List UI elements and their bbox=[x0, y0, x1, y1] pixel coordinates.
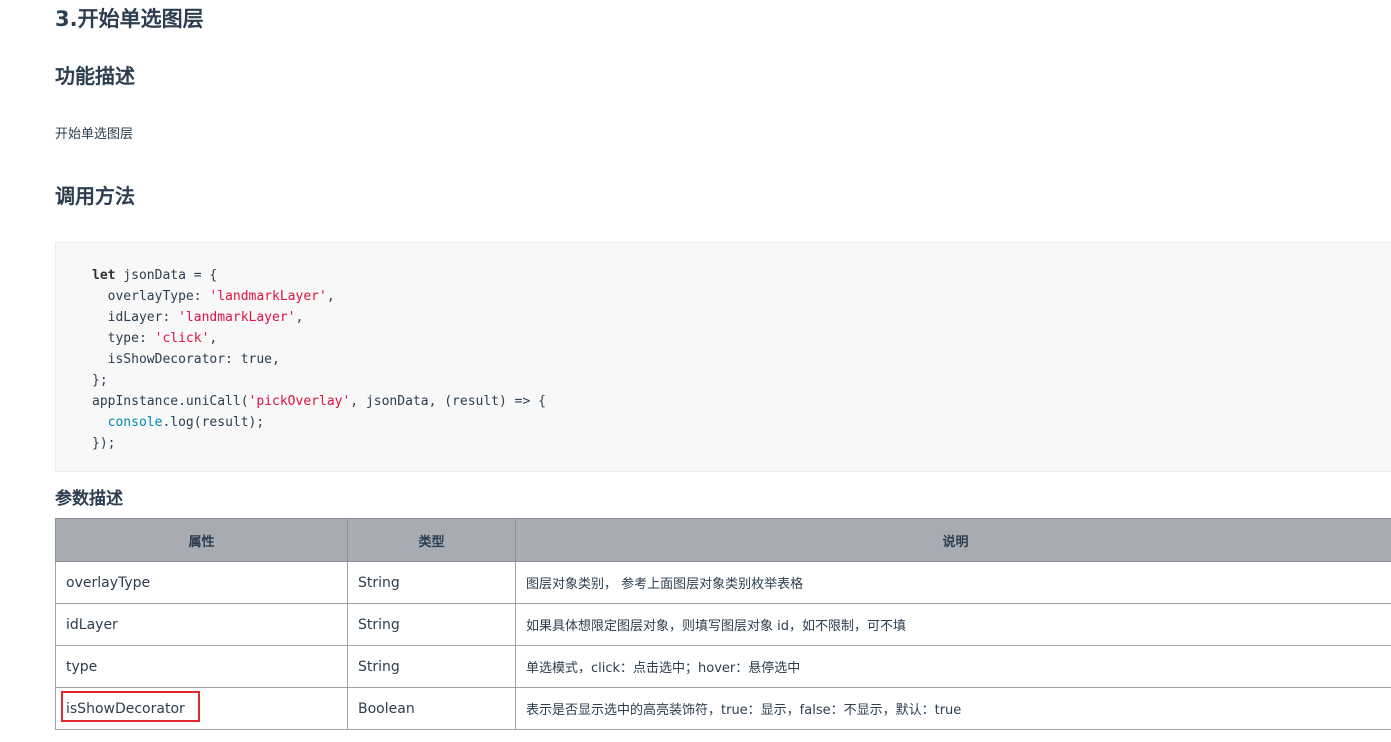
table-row: idLayer String 如果具体想限定图层对象，则填写图层对象 id，如不… bbox=[55, 603, 1391, 646]
code-content: let jsonData = { overlayType: 'landmarkL… bbox=[56, 243, 1391, 454]
column-header-property: 属性 bbox=[55, 518, 348, 562]
cell-property: idLayer bbox=[55, 603, 348, 646]
code-text: isShowDecorator: true, bbox=[92, 352, 280, 367]
cell-type: String bbox=[347, 603, 516, 646]
code-text: , jsonData, (result) => { bbox=[350, 394, 546, 409]
code-text: idLayer: bbox=[92, 310, 179, 325]
table-row: type String 单选模式，click：点击选中；hover：悬停选中 bbox=[55, 645, 1391, 688]
code-keyword: let bbox=[92, 268, 116, 283]
cell-type: String bbox=[347, 645, 516, 688]
cell-description: 如果具体想限定图层对象，则填写图层对象 id，如不限制，可不填 bbox=[515, 603, 1391, 646]
params-table: 属性 类型 说明 overlayType String 图层对象类别， 参考上面… bbox=[55, 518, 1391, 730]
function-desc-heading: 功能描述 bbox=[55, 64, 135, 88]
column-header-description: 说明 bbox=[515, 518, 1391, 562]
code-block: let jsonData = { overlayType: 'landmarkL… bbox=[55, 242, 1391, 472]
table-row: overlayType String 图层对象类别， 参考上面图层对象类别枚举表… bbox=[55, 561, 1391, 604]
doc-page: 3.开始单选图层 功能描述 开始单选图层 调用方法 let jsonData =… bbox=[0, 0, 1391, 742]
table-header-row: 属性 类型 说明 bbox=[55, 518, 1391, 562]
cell-type: Boolean bbox=[347, 687, 516, 730]
call-method-heading: 调用方法 bbox=[55, 184, 135, 208]
params-desc-heading: 参数描述 bbox=[55, 489, 123, 509]
code-text: , bbox=[295, 310, 304, 325]
cell-type: String bbox=[347, 561, 516, 604]
table-row: isShowDecorator Boolean 表示是否显示选中的高亮装饰符，t… bbox=[55, 687, 1391, 730]
code-string: 'pickOverlay' bbox=[248, 394, 351, 409]
code-text: .log(result); bbox=[162, 415, 265, 430]
code-string: 'landmarkLayer' bbox=[209, 289, 327, 304]
code-text: , bbox=[326, 289, 335, 304]
cell-description: 图层对象类别， 参考上面图层对象类别枚举表格 bbox=[515, 561, 1391, 604]
cell-description: 表示是否显示选中的高亮装饰符，true：显示，false：不显示，默认：true bbox=[515, 687, 1391, 730]
cell-property: isShowDecorator bbox=[55, 687, 348, 730]
code-string: 'landmarkLayer' bbox=[178, 310, 296, 325]
code-text: appInstance.uniCall( bbox=[92, 394, 249, 409]
code-text: }); bbox=[92, 436, 116, 451]
cell-description: 单选模式，click：点击选中；hover：悬停选中 bbox=[515, 645, 1391, 688]
code-text: }; bbox=[92, 373, 108, 388]
cell-property: type bbox=[55, 645, 348, 688]
code-string: 'click' bbox=[154, 331, 210, 346]
function-desc-text: 开始单选图层 bbox=[55, 127, 134, 142]
column-header-type: 类型 bbox=[347, 518, 516, 562]
code-text: , bbox=[209, 331, 218, 346]
code-text: jsonData = { bbox=[115, 268, 218, 283]
code-text: overlayType: bbox=[92, 289, 210, 304]
code-builtin: console bbox=[107, 415, 163, 430]
page-title: 3.开始单选图层 bbox=[55, 7, 204, 31]
cell-property: overlayType bbox=[55, 561, 348, 604]
code-text: type: bbox=[92, 331, 155, 346]
